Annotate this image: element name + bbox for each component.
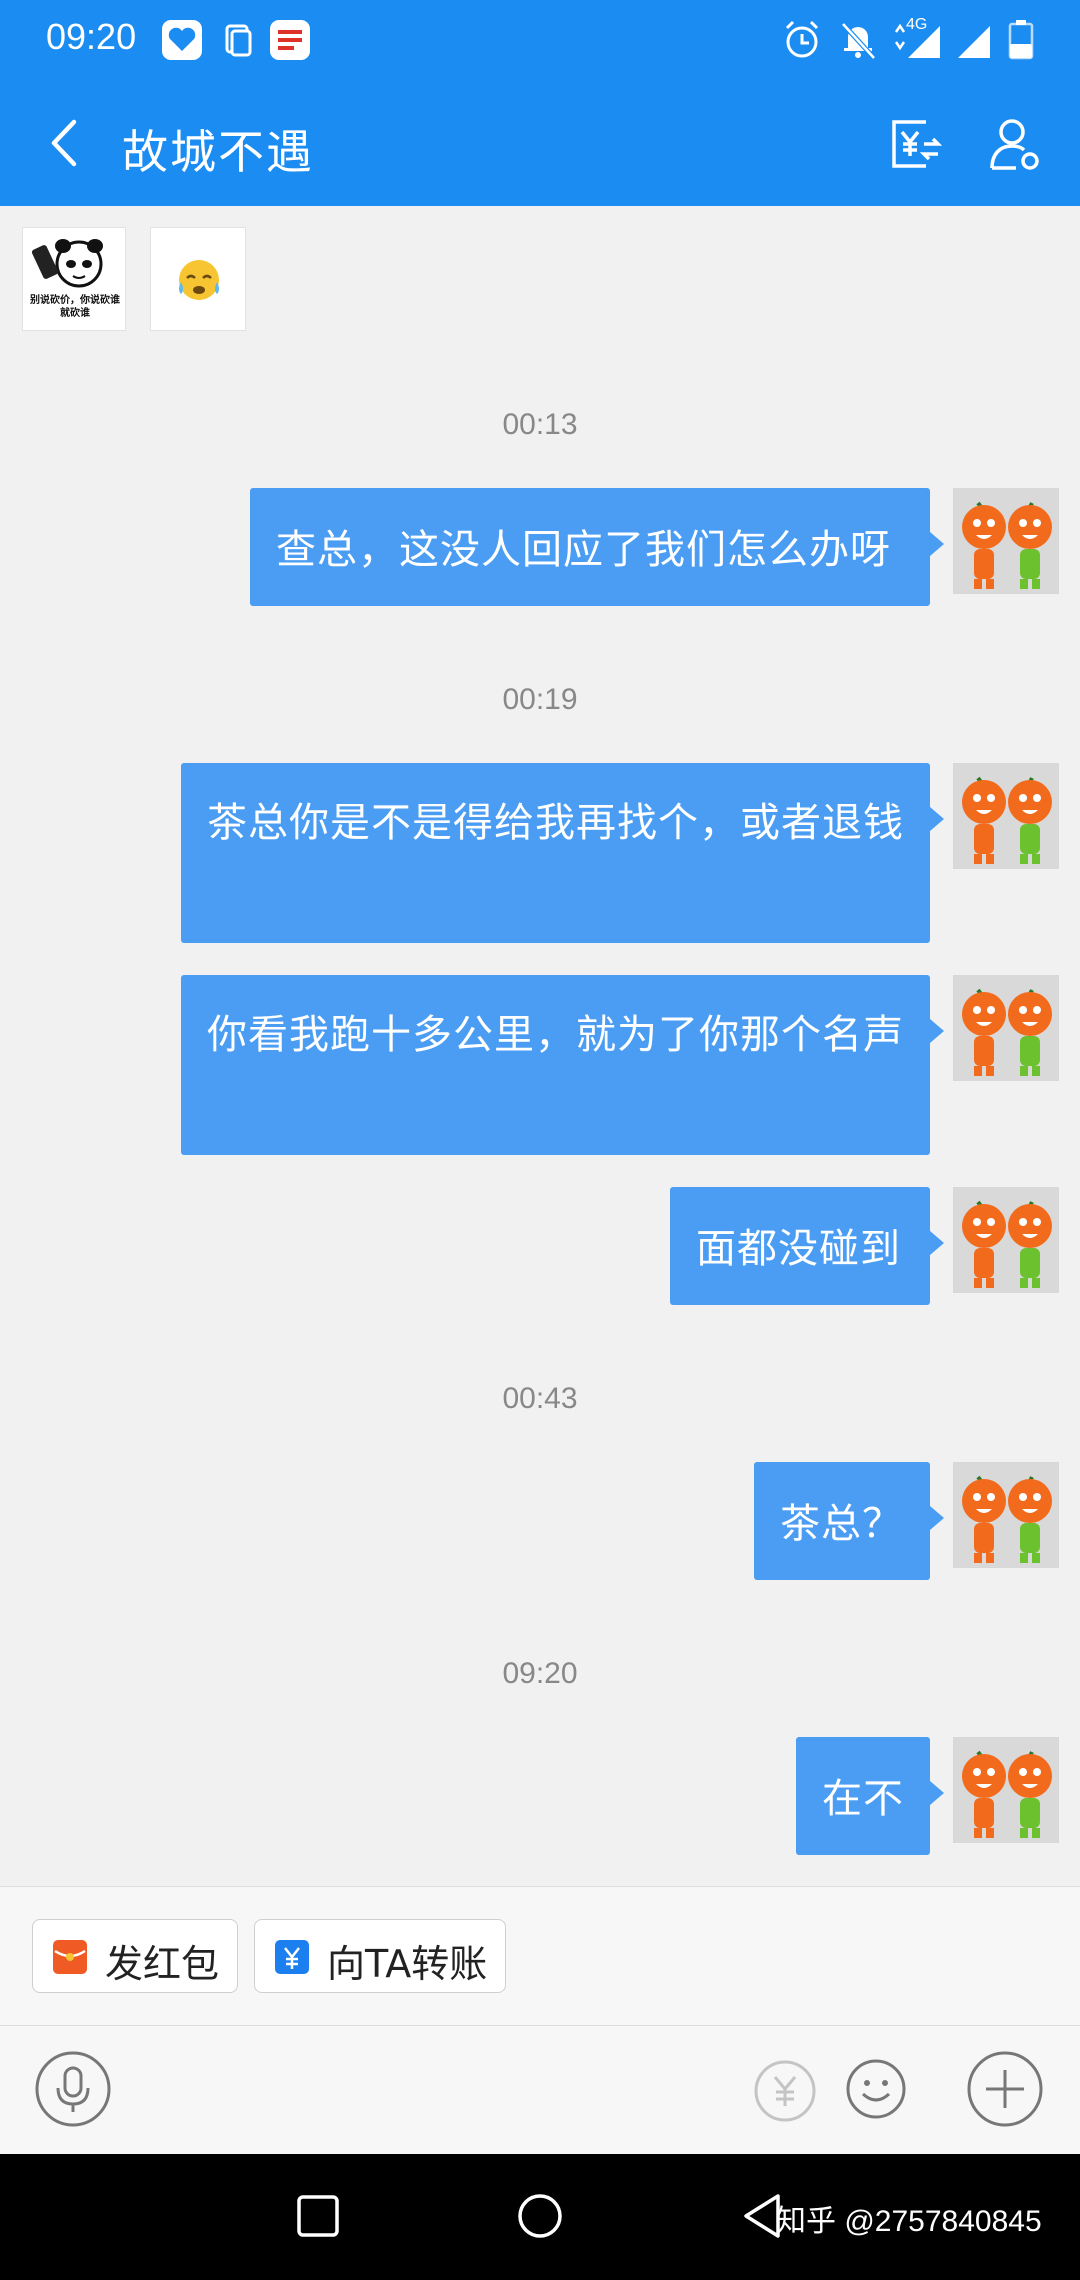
plus-icon [967, 2051, 1043, 2127]
signal-icon [894, 23, 940, 58]
avatar-image [954, 1188, 1058, 1292]
timestamp-label: 00:43 [502, 1382, 578, 1415]
transfer-money-button[interactable]: 向TA转账 [254, 1919, 506, 1993]
timestamp-label: 00:19 [502, 683, 578, 716]
voice-button[interactable] [34, 2050, 112, 2132]
message-bubble[interactable]: 面都没碰到 [670, 1187, 944, 1305]
message-input-bar [0, 2026, 1080, 2158]
recents-button[interactable] [296, 2194, 340, 2238]
avatar[interactable] [953, 1187, 1059, 1293]
timestamp-label: 00:13 [502, 408, 578, 441]
message-bubble[interactable]: 茶总？ [754, 1462, 944, 1580]
yuan-icon [275, 1940, 309, 1974]
bell-off-icon [841, 22, 876, 60]
money-button[interactable] [752, 2058, 818, 2128]
notes-app-icon [270, 20, 310, 60]
back-button[interactable] [38, 110, 98, 176]
avatar[interactable] [953, 1462, 1059, 1568]
chat-header: 故城不遇 [0, 80, 1080, 206]
message-list[interactable]: 别说砍价，你说砍谁就砍谁 00:13 查总，这没人回应了我们怎么办呀 00:19… [0, 206, 1080, 1886]
quick-action-bar: 发红包 向TA转账 [0, 1886, 1080, 2026]
home-button[interactable] [516, 2192, 564, 2240]
microphone-icon [35, 2051, 111, 2127]
red-packet-button[interactable]: 发红包 [32, 1919, 238, 1993]
user-settings-icon [990, 119, 1039, 170]
message-bubble[interactable]: 你看我跑十多公里，就为了你那个名声 [181, 975, 944, 1155]
sticker-caption: 别说砍价，你说砍谁就砍谁 [30, 295, 120, 319]
message-bubble[interactable]: 在不 [796, 1737, 944, 1855]
status-time: 09:20 [46, 16, 137, 57]
battery-icon [1008, 20, 1034, 60]
emoji-button[interactable] [845, 2058, 907, 2124]
more-button[interactable] [966, 2050, 1044, 2132]
message-bubble[interactable]: 茶总你是不是得给我再找个，或者退钱 [181, 763, 944, 943]
sticker-message[interactable] [150, 227, 246, 331]
avatar-image [954, 1738, 1058, 1842]
avatar[interactable] [953, 488, 1059, 594]
watermark: 知乎 @2757840845 [776, 2205, 1042, 2238]
status-bar: 09:20 4G [0, 0, 1080, 80]
red-packet-icon [53, 1940, 87, 1974]
chevron-left-icon [51, 119, 77, 167]
message-bubble[interactable]: 查总，这没人回应了我们怎么办呀 [250, 488, 944, 606]
alarm-icon [785, 20, 819, 58]
alipay-app-icon [162, 20, 202, 60]
transfer-button[interactable] [886, 114, 946, 174]
yuan-coin-icon [754, 2060, 816, 2122]
timestamp-label: 09:20 [502, 1657, 578, 1690]
avatar-image [954, 1463, 1058, 1567]
crying-emoji-sticker [179, 260, 219, 300]
signal-icon [958, 26, 990, 58]
sticker-message[interactable]: 别说砍价，你说砍谁就砍谁 [22, 227, 126, 331]
avatar[interactable] [953, 763, 1059, 869]
transfer-yuan-icon [892, 120, 943, 168]
avatar[interactable] [953, 975, 1059, 1081]
files-app-icon [218, 20, 258, 60]
avatar-image [954, 764, 1058, 868]
contact-settings-button[interactable] [986, 114, 1046, 174]
chat-title: 故城不遇 [122, 125, 314, 179]
avatar-image [954, 976, 1058, 1080]
system-navigation-bar: 知乎 @2757840845 [0, 2154, 1080, 2280]
avatar-image [954, 489, 1058, 593]
transfer-label: 向TA转账 [327, 1942, 488, 1986]
smiley-icon [846, 2059, 906, 2119]
red-packet-label: 发红包 [105, 1942, 220, 1986]
avatar[interactable] [953, 1737, 1059, 1843]
